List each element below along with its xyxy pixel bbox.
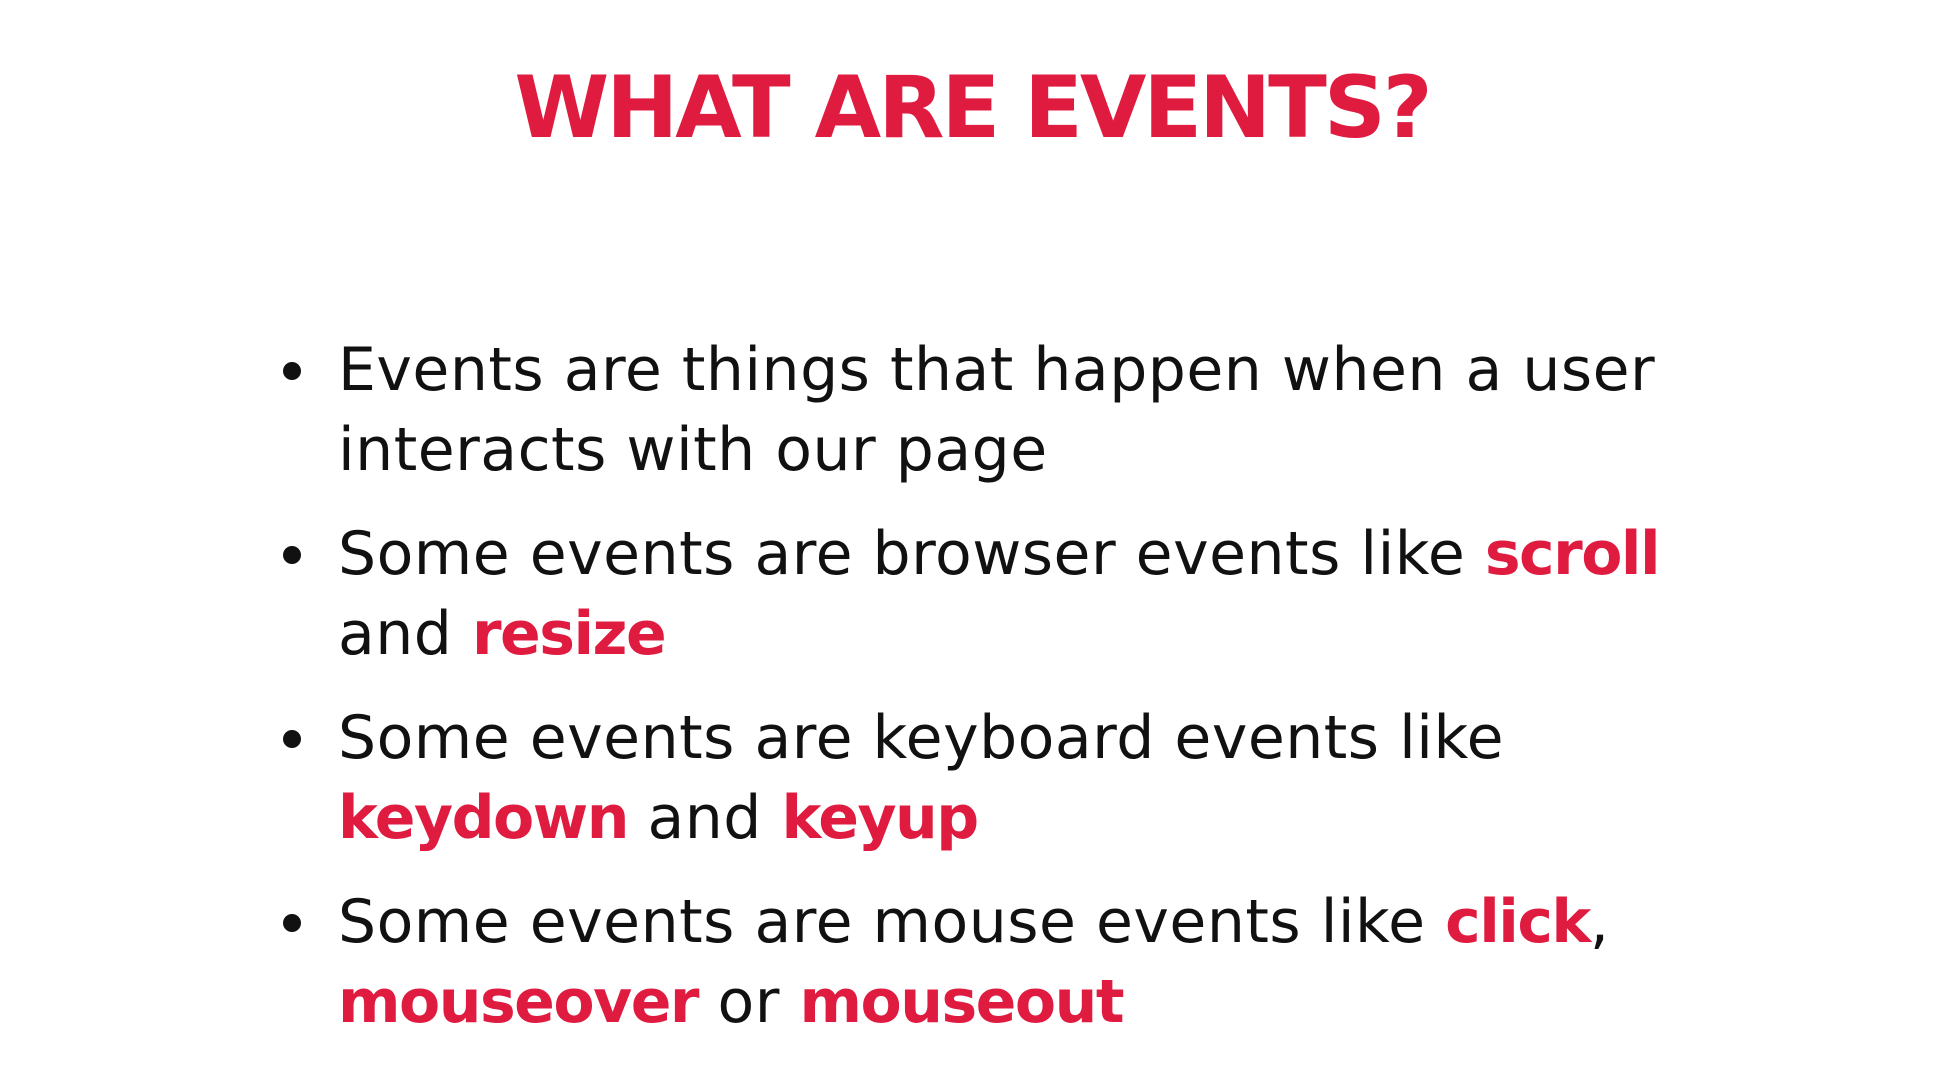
bullet-dot-icon	[283, 914, 301, 932]
bullet-text: Some events are mouse events like	[338, 887, 1446, 957]
bullet-text: or	[697, 967, 800, 1037]
bullet-item-keyboard-events: Some events are keyboard events like key…	[283, 698, 1738, 858]
keyword-keyup: keyup	[781, 783, 979, 853]
keyword-keydown: keydown	[338, 783, 629, 853]
bullet-dot-icon	[283, 362, 301, 380]
bullet-dot-icon	[283, 546, 301, 564]
bullet-text: Some events are keyboard events like	[338, 703, 1504, 773]
slide-title: WHAT ARE EVENTS?	[514, 58, 1432, 158]
keyword-mouseout: mouseout	[799, 967, 1125, 1037]
keyword-scroll: scroll	[1484, 519, 1661, 589]
bullet-item-mouse-events: Some events are mouse events like click,…	[283, 882, 1738, 1042]
bullet-text: and	[338, 599, 472, 669]
bullet-text: Events are things that happen when a use…	[338, 335, 1656, 485]
keyword-click: click	[1445, 887, 1591, 957]
keyword-resize: resize	[471, 599, 667, 669]
bullet-dot-icon	[283, 730, 301, 748]
keyword-mouseover: mouseover	[338, 967, 699, 1037]
bullet-list: Events are things that happen when a use…	[283, 330, 1738, 1066]
bullet-text: and	[627, 783, 782, 853]
bullet-text: ,	[1589, 887, 1610, 957]
bullet-text: Some events are browser events like	[338, 519, 1485, 589]
bullet-item-events-definition: Events are things that happen when a use…	[283, 330, 1738, 490]
bullet-item-browser-events: Some events are browser events like scro…	[283, 514, 1738, 674]
